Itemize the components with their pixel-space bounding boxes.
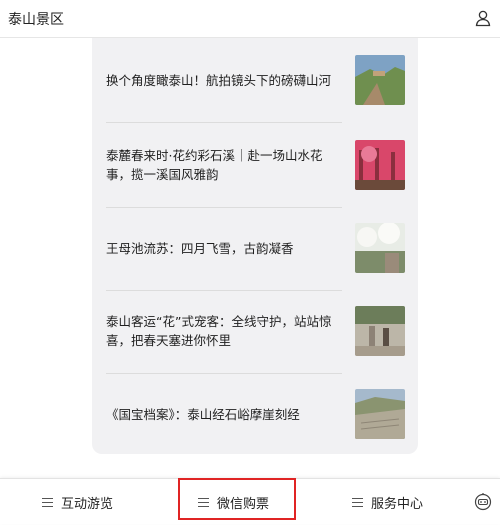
tab-interactive-tour[interactable]: 互动游览 bbox=[42, 479, 113, 525]
top-bar: 泰山景区 bbox=[0, 0, 500, 38]
page-title: 泰山景区 bbox=[8, 12, 64, 28]
article-item[interactable]: 泰麓春来时·花约彩石溪｜赴一场山水花事，揽一溪国风雅韵 bbox=[106, 123, 406, 207]
article-item[interactable]: 泰山客运“花”式宠客：全线守护，站站惊喜，把春天塞进你怀里 bbox=[106, 289, 406, 373]
article-title[interactable]: 《国宝档案》：泰山经石峪摩崖刻经 bbox=[106, 372, 338, 456]
article-list-card: 换个角度瞰泰山！航拍镜头下的磅礴山河 泰麓春来时·花约彩石溪｜赴一场山水花事，揽… bbox=[92, 38, 418, 454]
article-thumbnail[interactable] bbox=[355, 140, 405, 190]
article-title[interactable]: 泰山客运“花”式宠客：全线守护，站站惊喜，把春天塞进你怀里 bbox=[106, 289, 338, 373]
article-thumbnail[interactable] bbox=[355, 223, 405, 273]
menu-icon bbox=[42, 497, 53, 507]
user-icon[interactable] bbox=[474, 9, 492, 27]
article-thumbnail[interactable] bbox=[355, 306, 405, 356]
article-thumbnail[interactable] bbox=[355, 389, 405, 439]
tab-label: 互动游览 bbox=[61, 496, 114, 512]
robot-icon[interactable] bbox=[474, 493, 492, 511]
article-item[interactable]: 《国宝档案》：泰山经石峪摩崖刻经 bbox=[106, 372, 406, 456]
article-title[interactable]: 换个角度瞰泰山！航拍镜头下的磅礴山河 bbox=[106, 38, 338, 122]
article-item[interactable]: 王母池流苏：四月飞雪，古韵凝香 bbox=[106, 206, 406, 290]
article-title[interactable]: 王母池流苏：四月飞雪，古韵凝香 bbox=[106, 206, 338, 290]
article-item[interactable]: 换个角度瞰泰山！航拍镜头下的磅礴山河 bbox=[106, 38, 406, 122]
tab-label: 服务中心 bbox=[371, 496, 424, 512]
article-title[interactable]: 泰麓春来时·花约彩石溪｜赴一场山水花事，揽一溪国风雅韵 bbox=[106, 123, 338, 207]
menu-icon bbox=[352, 497, 363, 507]
article-thumbnail[interactable] bbox=[355, 55, 405, 105]
selected-tab-highlight bbox=[178, 478, 296, 520]
tab-service-center[interactable]: 服务中心 bbox=[352, 479, 423, 525]
